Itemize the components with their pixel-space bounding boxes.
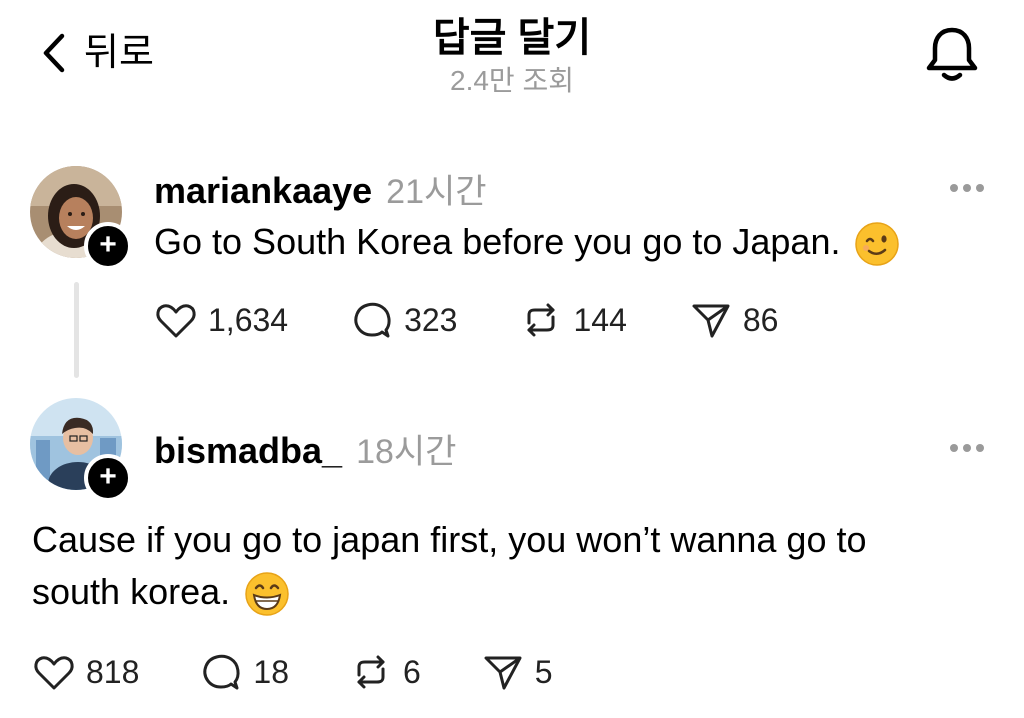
post-actions: 1,634 323 144 86 — [154, 298, 778, 342]
share-icon — [484, 656, 522, 690]
comment-count: 323 — [404, 301, 458, 338]
like-count: 818 — [86, 653, 140, 690]
plus-icon: + — [99, 228, 117, 261]
like-button[interactable]: 818 — [32, 650, 139, 694]
share-count: 86 — [742, 301, 779, 338]
post-text: Cause if you go to japan first, you won’… — [32, 514, 867, 618]
follow-button-mariankaaye[interactable]: + — [84, 222, 132, 270]
grinning-face-emoji — [245, 572, 289, 617]
repost-icon — [527, 303, 555, 337]
more-icon[interactable] — [950, 439, 990, 452]
thread-line — [74, 282, 79, 378]
follow-button-bismadba[interactable]: + — [84, 454, 132, 502]
heart-icon — [156, 304, 196, 338]
repost-count: 6 — [402, 653, 421, 690]
comment-icon — [203, 654, 240, 690]
like-button[interactable]: 1,634 — [154, 298, 288, 342]
more-icon[interactable] — [950, 179, 990, 192]
like-count: 1,634 — [208, 301, 289, 338]
post-text: Go to South Korea before you go to Japan… — [154, 216, 900, 268]
repost-button[interactable]: 6 — [349, 650, 421, 694]
post-header: bismadba_ 18시간 — [154, 424, 456, 473]
comment-count: 18 — [253, 653, 289, 690]
post-time: 21시간 — [386, 173, 487, 211]
winking-face-emoji — [855, 222, 900, 267]
username[interactable]: mariankaaye — [154, 170, 372, 212]
repost-button[interactable]: 144 — [519, 298, 627, 342]
post-time: 18시간 — [356, 433, 457, 471]
username[interactable]: bismadba_ — [154, 430, 342, 472]
post-text-content: Go to South Korea before you go to Japan… — [154, 221, 841, 262]
repost-icon — [357, 655, 385, 689]
page-title: 답글 달기 — [432, 16, 592, 60]
share-icon — [692, 304, 730, 338]
plus-icon: + — [99, 460, 117, 493]
bell-icon[interactable] — [922, 24, 982, 84]
share-count: 5 — [534, 653, 553, 690]
repost-count: 144 — [573, 301, 627, 338]
share-button[interactable]: 86 — [689, 298, 779, 342]
post-actions: 818 18 6 5 — [32, 650, 553, 694]
post-header: mariankaaye 21시간 — [154, 164, 487, 213]
post-text-line-2-content: south korea. — [32, 571, 231, 612]
comment-icon — [354, 302, 391, 338]
post-text-line-1: Cause if you go to japan first, you won’… — [32, 519, 867, 560]
heart-icon — [34, 656, 74, 690]
post-text-line-2: south korea. — [32, 566, 867, 618]
comment-button[interactable]: 323 — [350, 298, 457, 342]
share-button[interactable]: 5 — [481, 650, 553, 694]
comment-button[interactable]: 18 — [199, 650, 289, 694]
view-count: 2.4만 조회 — [450, 65, 574, 96]
